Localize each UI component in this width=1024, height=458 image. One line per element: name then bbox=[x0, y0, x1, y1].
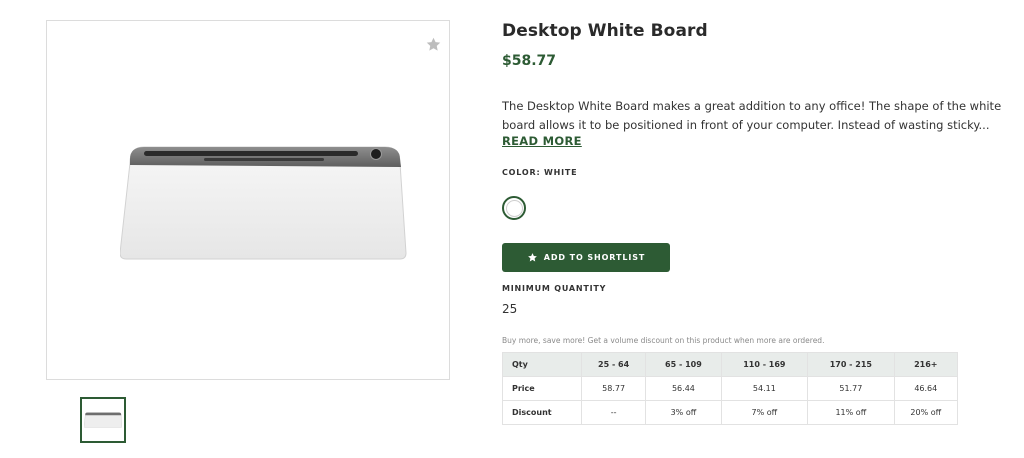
whiteboard-product-image bbox=[120, 146, 407, 260]
table-cell: 46.64 bbox=[893, 376, 959, 401]
table-cell: 3% off bbox=[645, 400, 722, 425]
product-price: $58.77 bbox=[502, 53, 557, 69]
table-cell: 20% off bbox=[893, 400, 959, 425]
favorite-button[interactable] bbox=[421, 32, 445, 56]
table-header-cell: 110 - 169 bbox=[720, 352, 809, 377]
table-cell: Price bbox=[502, 376, 582, 401]
table-cell: 58.77 bbox=[580, 376, 647, 401]
product-image-panel bbox=[46, 20, 450, 380]
color-label: COLOR: WHITE bbox=[502, 168, 578, 177]
shortlist-label: ADD TO SHORTLIST bbox=[543, 253, 646, 262]
description-line: The Desktop White Board makes a great ad… bbox=[502, 99, 1002, 113]
description-line: board allows it to be positioned in fron… bbox=[502, 118, 990, 132]
star-icon bbox=[426, 37, 440, 51]
read-more-link[interactable]: READ MORE bbox=[502, 134, 582, 148]
volume-discount-note: Buy more, save more! Get a volume discou… bbox=[502, 336, 825, 345]
table-row: Price 58.77 56.44 54.11 51.77 46.64 bbox=[502, 376, 959, 401]
table-cell: 7% off bbox=[720, 400, 809, 425]
table-cell: 54.11 bbox=[720, 376, 809, 401]
whiteboard-thumbnail bbox=[84, 412, 122, 428]
table-cell: 56.44 bbox=[645, 376, 722, 401]
product-title: Desktop White Board bbox=[502, 21, 708, 41]
table-header-row: Qty 25 - 64 65 - 109 110 - 169 170 - 215… bbox=[502, 352, 959, 377]
add-to-shortlist-button[interactable]: ADD TO SHORTLIST bbox=[502, 243, 670, 272]
table-cell: 51.77 bbox=[807, 376, 895, 401]
table-cell: Discount bbox=[502, 400, 582, 425]
color-swatch-white[interactable] bbox=[502, 196, 526, 220]
product-description: The Desktop White Board makes a great ad… bbox=[502, 97, 1002, 135]
minimum-quantity-label: MINIMUM QUANTITY bbox=[502, 284, 607, 293]
table-row: Discount -- 3% off 7% off 11% off 20% of… bbox=[502, 400, 959, 425]
table-header-cell: Qty bbox=[502, 352, 582, 377]
table-header-cell: 216+ bbox=[893, 352, 959, 377]
table-header-cell: 65 - 109 bbox=[645, 352, 722, 377]
thumbnail-image[interactable] bbox=[80, 397, 126, 443]
table-cell: 11% off bbox=[807, 400, 895, 425]
volume-pricing-table: Qty 25 - 64 65 - 109 110 - 169 170 - 215… bbox=[502, 352, 959, 425]
table-header-cell: 170 - 215 bbox=[807, 352, 895, 377]
minimum-quantity-value: 25 bbox=[502, 302, 518, 316]
table-header-cell: 25 - 64 bbox=[580, 352, 647, 377]
table-cell: -- bbox=[580, 400, 647, 425]
swatch-fill bbox=[505, 199, 523, 217]
star-icon bbox=[527, 253, 537, 262]
